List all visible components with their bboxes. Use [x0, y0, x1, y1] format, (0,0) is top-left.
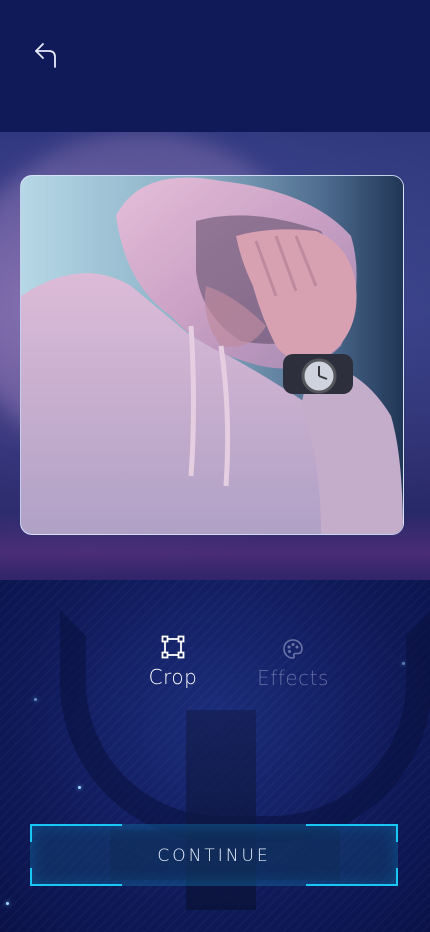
sparkle-decoration: [402, 662, 405, 665]
top-bar: [0, 0, 430, 132]
palette-icon: [283, 639, 303, 659]
back-button[interactable]: [30, 38, 64, 72]
continue-label: CONTINUE: [157, 846, 271, 866]
sparkle-decoration: [78, 786, 81, 789]
continue-button[interactable]: CONTINUE: [30, 824, 398, 886]
sparkle-decoration: [34, 698, 37, 701]
photo-preview[interactable]: [20, 175, 404, 535]
tool-crop[interactable]: Crop: [140, 635, 206, 689]
photo-editor-screen: Crop Effects CONTINUE: [0, 0, 430, 932]
crop-icon: [161, 635, 185, 659]
tool-effects[interactable]: Effects: [252, 638, 334, 690]
photo-image: [21, 176, 403, 534]
tool-effects-label: Effects: [257, 666, 329, 690]
back-arrow-icon: [35, 43, 56, 68]
sparkle-decoration: [6, 902, 9, 905]
tool-crop-label: Crop: [148, 665, 198, 689]
